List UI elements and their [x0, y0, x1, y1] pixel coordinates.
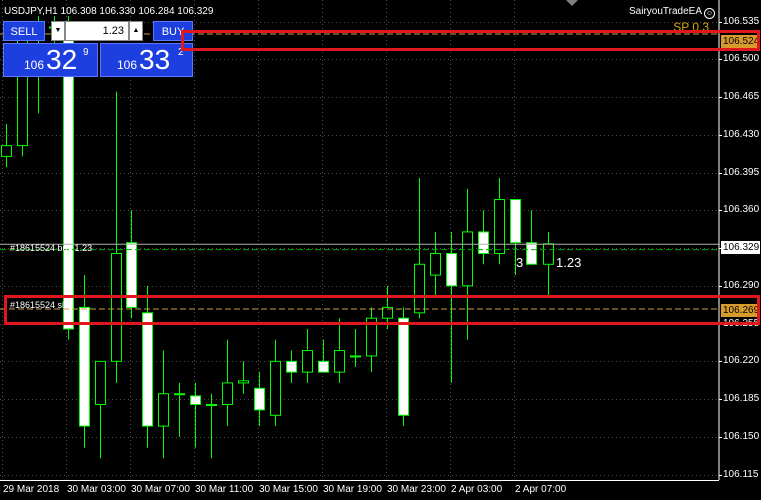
candle-body-bear	[190, 395, 201, 405]
time-tick-label: 30 Mar 07:00	[131, 484, 190, 495]
price-tick-label: 106.185	[723, 393, 760, 404]
price-tick-label: 106.290	[723, 280, 760, 291]
volume-dropdown-icon[interactable]: ▼	[51, 21, 65, 41]
price-tick-label: 106.150	[723, 431, 760, 442]
price-tick-label: 106.115	[723, 469, 759, 480]
candle-body-bull	[1, 145, 12, 157]
candle-body-bear	[318, 360, 329, 373]
position-volume-right: 1.23	[556, 255, 582, 270]
candle-body-bear	[446, 252, 457, 287]
candle-body-bull	[494, 199, 505, 254]
sell-price-sup: 9	[83, 47, 89, 58]
bid-price-tag: 106.329	[721, 241, 760, 254]
entry-line-label[interactable]: #18615524 buy 1.23	[10, 243, 92, 253]
candle-body-bull	[543, 243, 554, 265]
time-tick-label: 30 Mar 03:00	[67, 484, 126, 495]
stop-loss-highlight-box	[4, 295, 760, 325]
price-tick-label: 106.220	[723, 355, 760, 366]
price-tick-label: 106.395	[723, 167, 760, 178]
candle-body-bear	[63, 37, 74, 330]
candle-body-bull	[270, 360, 281, 416]
time-tick-label: 30 Mar 23:00	[387, 484, 446, 495]
position-volume-left: 3	[516, 255, 524, 270]
sell-button[interactable]: SELL	[3, 21, 45, 41]
candle-body-bull	[430, 252, 441, 276]
buy-price-big: 33	[139, 44, 171, 75]
buy-price-box[interactable]: 106 33 2	[100, 43, 193, 77]
volume-increment-icon[interactable]: ▲	[129, 21, 143, 41]
symbol-info: USDJPY,H1 106.308 106.330 106.284 106.32…	[4, 6, 214, 17]
candle-body-bull	[350, 355, 361, 358]
sell-price-big: 32	[46, 44, 78, 75]
candle-body-bear	[142, 312, 153, 427]
ea-name: SairyouTradeEA	[629, 6, 702, 17]
candle-body-bear	[510, 199, 521, 244]
take-profit-highlight-box	[181, 30, 760, 51]
price-tick-label: 106.500	[723, 53, 760, 64]
price-tick-label: 106.430	[723, 129, 760, 140]
chart-shift-marker-icon	[566, 0, 578, 6]
time-tick-label: 29 Mar 2018	[3, 484, 60, 495]
price-tick-label: 106.360	[723, 204, 760, 215]
candle-body-bull	[302, 350, 313, 373]
candle-body-bull	[158, 393, 169, 427]
candles-layer	[1, 16, 554, 459]
candle-body-bear	[79, 306, 90, 427]
time-tick-label: 30 Mar 15:00	[259, 484, 318, 495]
candle-body-bear	[478, 231, 489, 254]
ea-smiley-icon: ☺	[704, 8, 715, 19]
candle-body-bear	[286, 360, 297, 373]
candle-body-bull	[462, 231, 473, 287]
volume-input[interactable]: 1.23	[65, 21, 129, 41]
candle-body-bull	[95, 360, 106, 405]
ea-name-label: SairyouTradeEA ☺	[629, 6, 715, 19]
time-tick-label: 30 Mar 11:00	[195, 484, 254, 495]
candle-body-bull	[174, 393, 185, 396]
candle-body-bear	[398, 317, 409, 416]
time-tick-label: 2 Apr 03:00	[451, 484, 503, 495]
time-tick-label: 30 Mar 19:00	[323, 484, 382, 495]
candle-body-bull	[238, 380, 249, 384]
sell-price-box[interactable]: 106 32 9	[3, 43, 98, 77]
sell-price-prefix: 106	[24, 58, 45, 72]
candle-body-bull	[222, 382, 233, 405]
price-tick-label: 106.465	[723, 91, 760, 102]
candle-body-bear	[254, 387, 265, 411]
candle-body-bull	[334, 350, 345, 373]
candle-body-bull	[206, 403, 217, 406]
time-tick-label: 2 Apr 07:00	[515, 484, 567, 495]
buy-price-prefix: 106	[117, 58, 138, 72]
price-tick-label: 106.535	[723, 16, 760, 27]
candle-body-bear	[526, 242, 537, 265]
